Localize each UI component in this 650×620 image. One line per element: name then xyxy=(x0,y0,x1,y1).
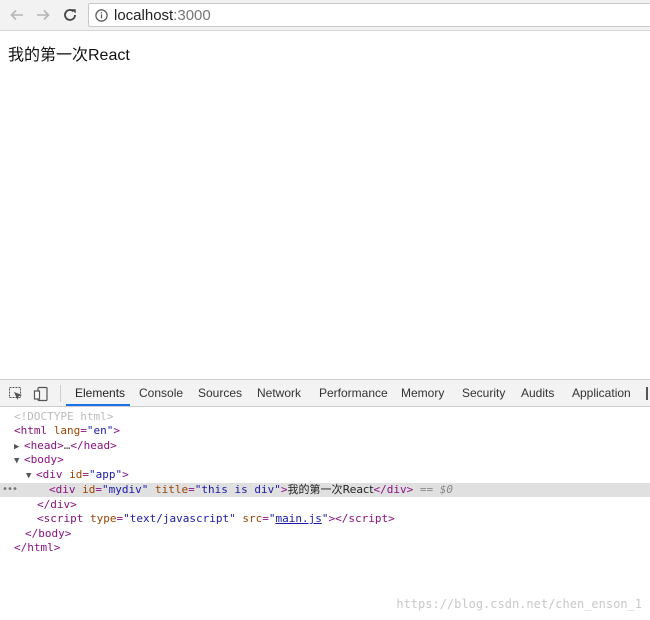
arrow-right-icon xyxy=(37,9,50,21)
script-src-link[interactable]: main.js xyxy=(275,512,321,525)
script-src-attr: src xyxy=(242,512,263,525)
node-actions-dots[interactable]: ••• xyxy=(2,483,18,497)
selected-node-marker: == $0 xyxy=(419,483,454,496)
reload-button[interactable] xyxy=(60,5,80,25)
tab-console[interactable]: Console xyxy=(139,380,183,406)
toolbar-divider xyxy=(60,385,61,402)
more-tabs-button[interactable] xyxy=(646,387,648,400)
html-attr-name: lang xyxy=(53,424,81,437)
tab-security[interactable]: Security xyxy=(462,380,505,406)
body-close-tag: body xyxy=(38,527,65,540)
tab-application[interactable]: Application xyxy=(572,380,631,406)
inspect-element-button[interactable] xyxy=(8,386,24,402)
mydiv-title-value: this is div xyxy=(201,483,275,496)
dom-node-body[interactable]: ▼ <body> xyxy=(0,453,64,467)
arrow-left-icon xyxy=(10,9,23,21)
device-toolbar-button[interactable] xyxy=(33,386,49,402)
forward-button[interactable] xyxy=(33,5,53,25)
head-ellipsis: … xyxy=(63,439,71,452)
cursor-select-icon xyxy=(9,387,22,400)
expand-arrow-icon[interactable]: ▶ xyxy=(14,440,24,454)
mydiv-text-content: 我的第一次React xyxy=(287,483,374,496)
page-content-text: 我的第一次React xyxy=(8,47,130,64)
url-port: :3000 xyxy=(173,7,211,24)
devtools-tab-bar: Elements Console Sources Network Perform… xyxy=(0,380,650,407)
tab-performance[interactable]: Performance xyxy=(319,380,388,406)
script-type-attr: type xyxy=(90,512,117,525)
tab-memory[interactable]: Memory xyxy=(401,380,444,406)
dom-node-app-div[interactable]: ▼ <div id="app"> xyxy=(0,468,129,482)
dom-node-body-close[interactable]: </body> xyxy=(0,527,71,541)
tab-audits[interactable]: Audits xyxy=(521,380,554,406)
mydiv-title-attr: title xyxy=(155,483,189,496)
dom-node-head[interactable]: ▶ <head>…</head> xyxy=(0,439,117,453)
dom-node-html-close[interactable]: </html> xyxy=(0,541,60,555)
watermark-text: https://blog.csdn.net/chen_enson_1 xyxy=(396,597,642,611)
script-type-value: text/javascript xyxy=(129,512,230,525)
reload-icon xyxy=(64,9,76,21)
dom-node-mydiv-selected[interactable]: ••• <div id="mydiv" title="this is div">… xyxy=(0,483,650,497)
mydiv-id-attr: id xyxy=(82,483,96,496)
collapse-arrow-icon[interactable]: ▼ xyxy=(26,469,36,483)
script-close-tag: script xyxy=(348,512,389,525)
dom-node-html[interactable]: <html lang="en"> xyxy=(0,424,120,438)
dom-node-script[interactable]: <script type="text/javascript" src="main… xyxy=(0,512,395,526)
back-button[interactable] xyxy=(7,5,27,25)
device-icon xyxy=(33,386,48,402)
head-tag: head xyxy=(30,439,58,452)
doctype-text: <!DOCTYPE html> xyxy=(14,410,114,423)
app-div-tag: div xyxy=(42,468,63,481)
app-div-close-tag: div xyxy=(50,498,71,511)
devtools-panel: Elements Console Sources Network Perform… xyxy=(0,379,650,620)
body-tag: body xyxy=(30,453,58,466)
url-host: localhost xyxy=(114,7,174,24)
url-text: localhost:3000 xyxy=(114,7,211,24)
mydiv-tag: div xyxy=(55,483,76,496)
head-close-tag: head xyxy=(83,439,111,452)
collapse-arrow-icon[interactable]: ▼ xyxy=(14,454,24,468)
tab-network[interactable]: Network xyxy=(257,380,301,406)
browser-toolbar: localhost:3000 xyxy=(0,0,650,31)
tab-sources[interactable]: Sources xyxy=(198,380,242,406)
dom-node-app-div-close[interactable]: </div> xyxy=(0,498,77,512)
html-close-tag: html xyxy=(27,541,54,554)
app-div-attr-value: app xyxy=(95,468,116,481)
address-bar[interactable]: localhost:3000 xyxy=(88,3,650,27)
tab-elements[interactable]: Elements xyxy=(66,380,130,406)
script-tag: script xyxy=(43,512,84,525)
app-div-attr-name: id xyxy=(69,468,83,481)
mydiv-id-value: mydiv xyxy=(108,483,142,496)
info-icon[interactable] xyxy=(95,9,108,22)
dom-node-doctype[interactable]: <!DOCTYPE html> xyxy=(0,410,113,424)
html-tag: html xyxy=(20,424,48,437)
mydiv-close-tag: div xyxy=(386,483,407,496)
html-attr-value: en xyxy=(93,424,107,437)
